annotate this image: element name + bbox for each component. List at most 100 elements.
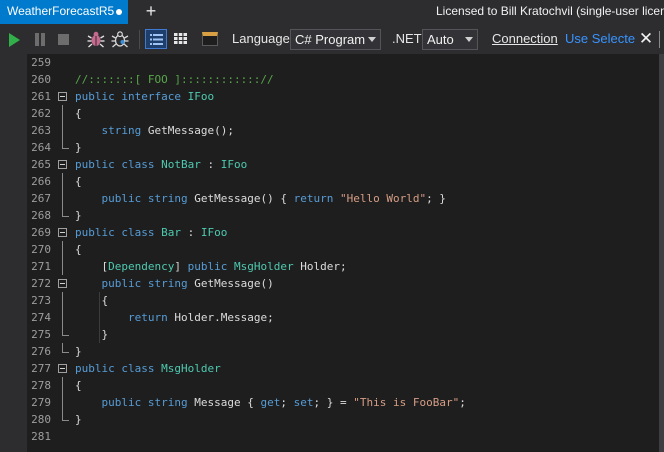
fold-line (62, 309, 63, 326)
use-selected-link[interactable]: Use Selecte (565, 24, 635, 54)
code-line[interactable]: 274 return Holder.Message; (27, 309, 659, 326)
code-line[interactable]: 265 public class NotBar : IFoo (27, 156, 659, 173)
line-number: 271 (31, 260, 51, 273)
line-number: 278 (31, 379, 51, 392)
code-text: public interface IFoo (75, 88, 214, 105)
rich-text-view-icon[interactable] (145, 29, 167, 49)
fold-end-marker (62, 343, 69, 353)
fold-toggle-icon[interactable] (58, 279, 67, 288)
code-token: GetMessage(); (141, 124, 234, 137)
code-line[interactable]: 268} (27, 207, 659, 224)
line-number: 266 (31, 175, 51, 188)
fold-end-marker (62, 411, 69, 421)
fold-line (62, 173, 63, 190)
code-token: ; } = (313, 396, 354, 409)
code-token: string (147, 192, 188, 205)
code-line[interactable]: 264} (27, 139, 659, 156)
code-line[interactable]: 280} (27, 411, 659, 428)
code-line[interactable]: 269 public class Bar : IFoo (27, 224, 659, 241)
tab-bar: WeatherForecastR5 + Licensed to Bill Kra… (0, 0, 664, 24)
tab-weatherforecastr5[interactable]: WeatherForecastR5 (0, 0, 128, 24)
code-token: IFoo (200, 226, 228, 239)
fold-toggle-icon[interactable] (58, 364, 67, 373)
code-token: ] (174, 260, 188, 273)
fold-end-marker (62, 207, 69, 217)
code-token: Dependency (108, 260, 175, 273)
close-icon[interactable]: ✕ (637, 28, 655, 50)
code-line[interactable]: 276} (27, 343, 659, 360)
code-line[interactable]: 262 { (27, 105, 659, 122)
bug-icon[interactable] (86, 29, 106, 49)
code-token: GetMessage() { (187, 192, 294, 205)
fold-toggle-icon[interactable] (58, 228, 67, 237)
fold-toggle-icon[interactable] (58, 160, 67, 169)
code-line[interactable]: 279 public string Message { get; set; } … (27, 394, 659, 411)
connection-link[interactable]: Connection (492, 24, 558, 54)
line-number: 259 (31, 56, 51, 69)
code-line[interactable]: 278 { (27, 377, 659, 394)
code-token: class (121, 362, 155, 375)
code-token: get (260, 396, 281, 409)
fold-line (62, 122, 63, 139)
code-line[interactable]: 263 string GetMessage(); (27, 122, 659, 139)
code-line[interactable]: 267 public string GetMessage() { return … (27, 190, 659, 207)
code-token: : (181, 226, 201, 239)
grid-view-icon[interactable] (170, 29, 190, 49)
line-number: 264 (31, 141, 51, 154)
code-token: } (75, 141, 82, 154)
code-line[interactable]: 266 { (27, 173, 659, 190)
code-token: public (75, 158, 115, 171)
tab-title: WeatherForecastR5 (7, 4, 115, 18)
code-token: string (147, 396, 188, 409)
fold-toggle-icon[interactable] (58, 92, 67, 101)
code-line[interactable]: 261 public interface IFoo (27, 88, 659, 105)
fold-line (62, 190, 63, 207)
code-token: { (75, 107, 82, 120)
stop-icon[interactable] (58, 34, 69, 45)
line-number: 260 (31, 73, 51, 86)
code-token: ; (459, 396, 466, 409)
code-token: MsgHolder (161, 362, 221, 375)
code-line[interactable]: 275 } (27, 326, 659, 343)
code-text: public class MsgHolder (75, 360, 221, 377)
toolbar-divider (659, 31, 660, 48)
code-token: Message { (187, 396, 261, 409)
code-token: string (101, 124, 142, 137)
code-token: class (121, 226, 155, 239)
code-token: Bar (161, 226, 181, 239)
unsaved-dot-icon[interactable] (116, 9, 122, 15)
code-text: { (75, 105, 82, 122)
language-select-value: C# Program (295, 32, 366, 47)
line-number: 268 (31, 209, 51, 222)
code-token: class (121, 158, 155, 171)
code-line[interactable]: 277 public class MsgHolder (27, 360, 659, 377)
add-tab-button[interactable]: + (143, 0, 159, 24)
code-line[interactable]: 272 public string GetMessage() (27, 275, 659, 292)
code-text: { (75, 173, 82, 190)
play-icon[interactable] (9, 33, 20, 47)
code-line[interactable]: 281 (27, 428, 659, 445)
code-line[interactable]: 260 //:::::::[ FOO ]::::::::::::// (27, 71, 659, 88)
code-line[interactable]: 270 { (27, 241, 659, 258)
code-line[interactable]: 273 { (27, 292, 659, 309)
code-line[interactable]: 259 (27, 54, 659, 71)
code-token: GetMessage() (187, 277, 274, 290)
code-text: { (75, 377, 82, 394)
code-token: "This is FooBar" (353, 396, 460, 409)
results-panel-icon[interactable] (202, 32, 218, 46)
bug-outline-icon[interactable] (110, 29, 130, 49)
code-line[interactable]: 271 [Dependency] public MsgHolder Holder… (27, 258, 659, 275)
code-editor[interactable]: 259260 //:::::::[ FOO ]:::::::::::://261 p… (27, 54, 659, 452)
line-number: 265 (31, 158, 51, 171)
net-version-select[interactable]: Auto (422, 29, 478, 50)
code-text: //:::::::[ FOO ]::::::::::::// (75, 71, 274, 88)
pause-icon[interactable] (34, 33, 46, 46)
vertical-scrollbar[interactable] (659, 54, 664, 452)
code-token: [ (75, 260, 109, 273)
language-select[interactable]: C# Program (290, 29, 381, 50)
code-token: } (75, 209, 82, 222)
